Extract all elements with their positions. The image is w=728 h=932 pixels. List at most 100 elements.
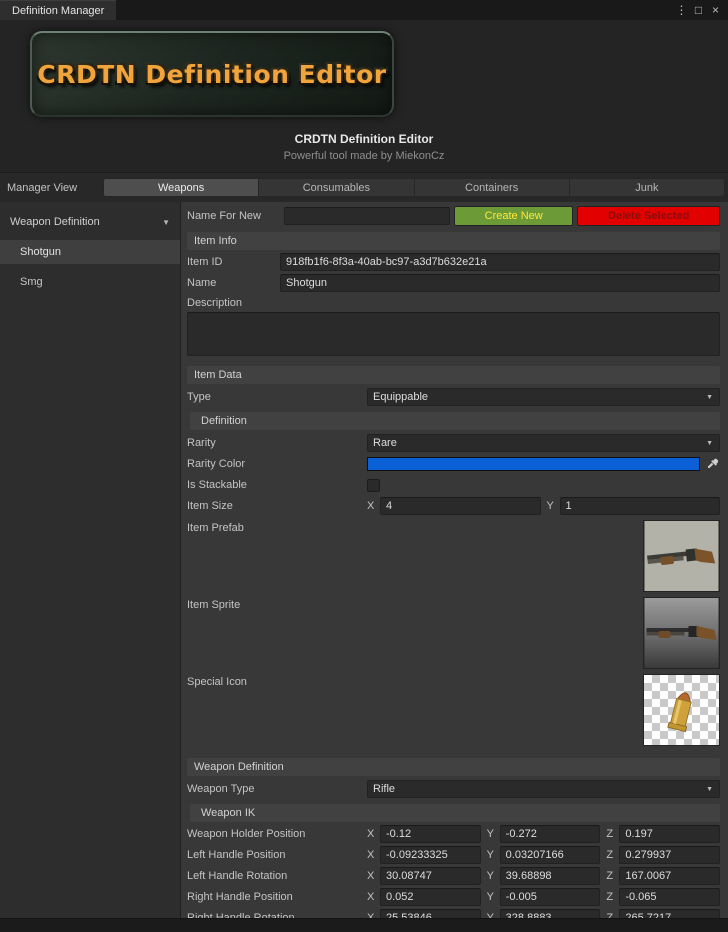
tab-junk[interactable]: Junk	[569, 178, 725, 197]
item-size-x-input[interactable]	[380, 497, 541, 515]
name-row: Name	[187, 274, 720, 292]
chevron-down-icon: ▼	[706, 394, 713, 401]
ik-row-label: Right Handle Position	[187, 891, 367, 903]
name-input[interactable]	[280, 274, 720, 292]
ik-row-left-handle-rotation: Left Handle Rotation X Y Z	[187, 867, 720, 885]
delete-selected-button[interactable]: Delete Selected	[577, 206, 720, 226]
banner-area: CRDTN Definition Editor CRDTN Definition…	[0, 20, 728, 172]
item-size-y-input[interactable]	[560, 497, 721, 515]
axis-y-label: Y	[487, 870, 496, 882]
description-label: Description	[187, 297, 242, 309]
eyedropper-button[interactable]	[703, 456, 720, 472]
ik-row-weapon-holder-position: Weapon Holder Position X Y Z	[187, 825, 720, 843]
special-icon-label: Special Icon	[187, 674, 367, 688]
axis-z-label: Z	[606, 828, 615, 840]
axis-z-label: Z	[606, 891, 615, 903]
item-size-row: Item Size X Y	[187, 497, 720, 515]
tab-consumables[interactable]: Consumables	[258, 178, 413, 197]
vector-z-input[interactable]	[619, 867, 720, 885]
content-area: Weapon Definition ▼ Shotgun Smg Name For…	[0, 202, 728, 918]
vector-y-input[interactable]	[500, 825, 601, 843]
item-prefab-label: Item Prefab	[187, 520, 367, 534]
axis-y-label: Y	[487, 849, 496, 861]
tab-containers[interactable]: Containers	[414, 178, 569, 197]
definition-header: Definition	[190, 412, 720, 430]
vector-x-input[interactable]	[380, 867, 481, 885]
manager-toolbar: Manager View Weapons Consumables Contain…	[0, 172, 728, 202]
ik-row-label: Weapon Holder Position	[187, 828, 367, 840]
window-tab[interactable]: Definition Manager	[0, 0, 116, 20]
editor-subtitle: Powerful tool made by MiekonCz	[0, 150, 728, 162]
item-sprite-preview[interactable]	[643, 597, 720, 669]
vector-x-input[interactable]	[380, 846, 481, 864]
weapon-type-dropdown[interactable]: Rifle ▼	[367, 780, 720, 798]
special-icon-preview[interactable]	[643, 674, 720, 746]
ik-row-right-handle-position: Right Handle Position X Y Z	[187, 888, 720, 906]
is-stackable-checkbox[interactable]	[367, 479, 380, 492]
description-textarea[interactable]	[187, 312, 720, 356]
item-info-header: Item Info	[187, 232, 720, 250]
shotgun-model-icon	[644, 521, 719, 591]
weapon-type-row: Weapon Type Rifle ▼	[187, 780, 720, 798]
is-stackable-row: Is Stackable	[187, 476, 720, 494]
type-label: Type	[187, 391, 367, 403]
window-title: Definition Manager	[12, 5, 104, 17]
tab-weapons[interactable]: Weapons	[103, 178, 258, 197]
axis-y-label: Y	[487, 828, 496, 840]
definition-type-dropdown[interactable]: Weapon Definition ▼	[0, 210, 180, 234]
manager-view-label: Manager View	[2, 182, 103, 194]
sidebar-item-shotgun[interactable]: Shotgun	[0, 240, 180, 264]
sidebar-item-smg[interactable]: Smg	[0, 270, 180, 294]
logo-banner: CRDTN Definition Editor	[30, 31, 394, 117]
item-data-header: Item Data	[187, 366, 720, 384]
vector-y-input[interactable]	[500, 888, 601, 906]
axis-x-label: X	[367, 891, 376, 903]
item-id-label: Item ID	[187, 256, 280, 268]
name-for-new-input[interactable]	[284, 207, 450, 225]
weapon-type-label: Weapon Type	[187, 783, 367, 795]
weapon-definition-header: Weapon Definition	[187, 758, 720, 776]
axis-x-label: X	[367, 828, 376, 840]
vector-z-input[interactable]	[619, 846, 720, 864]
window-bottom-edge	[0, 918, 728, 932]
shotgun-sprite-icon	[644, 598, 719, 668]
maximize-icon[interactable]: □	[690, 1, 707, 19]
rarity-label: Rarity	[187, 437, 367, 449]
item-prefab-row: Item Prefab	[187, 520, 720, 592]
vector-x-input[interactable]	[380, 825, 481, 843]
vector-x-input[interactable]	[380, 888, 481, 906]
category-tabs: Weapons Consumables Containers Junk	[103, 178, 726, 197]
rarity-color-label: Rarity Color	[187, 458, 367, 470]
main-panel: Name For New Create New Delete Selected …	[181, 202, 728, 918]
type-row: Type Equippable ▼	[187, 388, 720, 406]
item-id-row: Item ID	[187, 253, 720, 271]
item-prefab-preview[interactable]	[643, 520, 720, 592]
vector-z-input[interactable]	[619, 888, 720, 906]
create-new-button[interactable]: Create New	[454, 206, 573, 226]
type-value: Equippable	[373, 391, 428, 403]
kebab-menu-icon[interactable]: ⋮	[673, 1, 690, 19]
ik-row-label: Left Handle Position	[187, 849, 367, 861]
type-dropdown[interactable]: Equippable ▼	[367, 388, 720, 406]
sidebar: Weapon Definition ▼ Shotgun Smg	[0, 202, 181, 918]
ik-row-left-handle-position: Left Handle Position X Y Z	[187, 846, 720, 864]
weapon-type-value: Rifle	[373, 783, 395, 795]
chevron-down-icon: ▼	[706, 786, 713, 793]
chevron-down-icon: ▼	[162, 218, 170, 227]
item-sprite-row: Item Sprite	[187, 597, 720, 669]
definition-manager-window: Definition Manager ⋮ □ × CRDTN Definitio…	[0, 0, 728, 932]
rarity-dropdown[interactable]: Rare ▼	[367, 434, 720, 452]
close-icon[interactable]: ×	[707, 1, 724, 19]
axis-y-label: Y	[487, 891, 496, 903]
description-row: Description	[187, 296, 720, 310]
rarity-color-row: Rarity Color	[187, 455, 720, 473]
ik-row-label: Left Handle Rotation	[187, 870, 367, 882]
is-stackable-label: Is Stackable	[187, 479, 367, 491]
vector-z-input[interactable]	[619, 825, 720, 843]
item-id-input[interactable]	[280, 253, 720, 271]
rarity-color-swatch[interactable]	[367, 457, 700, 471]
vector-y-input[interactable]	[500, 867, 601, 885]
rarity-row: Rarity Rare ▼	[187, 434, 720, 452]
vector-y-input[interactable]	[500, 846, 601, 864]
item-size-label: Item Size	[187, 500, 367, 512]
